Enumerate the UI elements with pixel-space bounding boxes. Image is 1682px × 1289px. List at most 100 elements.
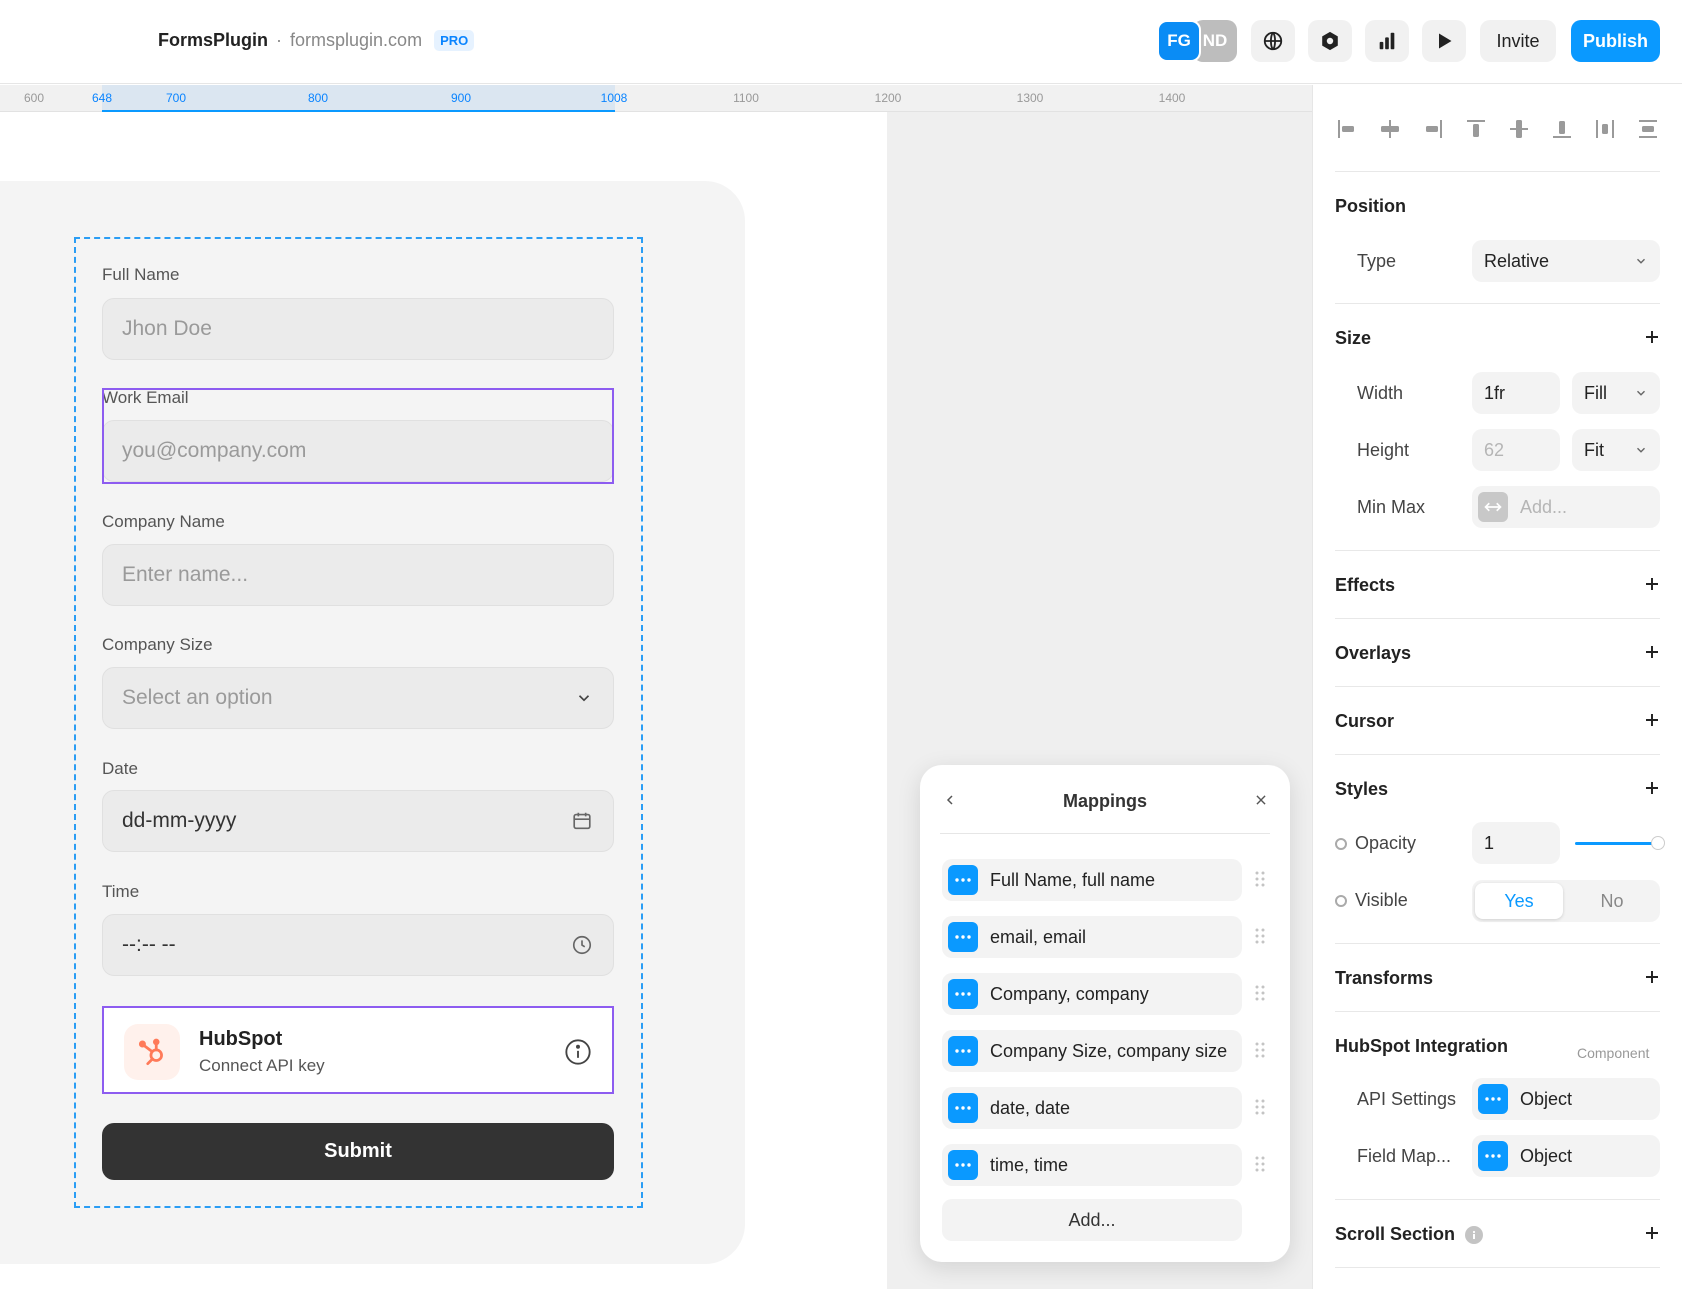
add-size-icon[interactable] <box>1643 328 1661 351</box>
minmax-input[interactable]: Add... <box>1472 486 1660 528</box>
opacity-slider-track[interactable] <box>1575 842 1660 845</box>
preview-button[interactable] <box>1422 20 1466 62</box>
size-section-title: Size <box>1335 328 1372 348</box>
visible-yes-option[interactable]: Yes <box>1475 883 1563 919</box>
more-dots-icon[interactable] <box>1478 1084 1508 1114</box>
ruler-tick: 1300 <box>1016 91 1044 105</box>
info-icon[interactable] <box>564 1038 592 1071</box>
align-center-v-icon[interactable] <box>1507 117 1531 141</box>
width-input[interactable]: 1fr <box>1472 372 1560 414</box>
chevron-down-icon <box>1634 386 1648 400</box>
visible-label[interactable]: Visible <box>1335 890 1408 911</box>
opacity-slider-handle[interactable] <box>1651 836 1665 850</box>
invite-button[interactable]: Invite <box>1480 20 1556 62</box>
mapping-item[interactable]: email, email <box>942 916 1242 958</box>
info-icon[interactable] <box>1465 1225 1484 1244</box>
company-size-value: Select an option <box>122 686 273 709</box>
panel-divider <box>1335 754 1660 755</box>
distribute-horizontal-icon[interactable] <box>1593 117 1617 141</box>
full-name-input[interactable]: Jhon Doe <box>102 298 614 360</box>
position-type-select[interactable]: Relative <box>1472 240 1660 282</box>
mapping-item[interactable]: Company, company <box>942 973 1242 1015</box>
align-left-icon[interactable] <box>1335 117 1359 141</box>
drag-handle-icon[interactable] <box>1255 1041 1265 1064</box>
opacity-label[interactable]: Opacity <box>1335 833 1416 854</box>
more-dots-icon[interactable] <box>948 1036 978 1066</box>
more-dots-icon[interactable] <box>948 979 978 1009</box>
drag-handle-icon[interactable] <box>1255 1155 1265 1178</box>
calendar-icon[interactable] <box>571 810 593 832</box>
panel-divider <box>1335 1011 1660 1012</box>
more-dots-icon[interactable] <box>948 922 978 952</box>
mapping-item[interactable]: Company Size, company size <box>942 1030 1242 1072</box>
mapping-label: Company Size, company size <box>990 1040 1228 1061</box>
selected-field-outline <box>102 388 614 484</box>
resize-horizontal-icon <box>1478 492 1508 522</box>
project-title[interactable]: FormsPlugin · formsplugin.com PRO <box>158 30 475 51</box>
title-separator: · <box>276 30 283 50</box>
more-dots-icon[interactable] <box>948 865 978 895</box>
field-map-field[interactable]: Object <box>1472 1135 1660 1177</box>
drag-handle-icon[interactable] <box>1255 984 1265 1007</box>
drag-handle-icon[interactable] <box>1255 927 1265 950</box>
add-overlay-icon[interactable] <box>1643 643 1661 666</box>
scroll-section-title: Scroll Section <box>1335 1224 1484 1245</box>
mapping-item[interactable]: time, time <box>942 1144 1242 1186</box>
clock-icon[interactable] <box>571 934 593 956</box>
api-settings-value: Object <box>1520 1088 1573 1109</box>
drag-handle-icon[interactable] <box>1255 1098 1265 1121</box>
mapping-item[interactable]: date, date <box>942 1087 1242 1129</box>
horizontal-ruler: 600 648 700 800 900 1008 1100 1200 1300 … <box>0 85 1312 112</box>
pro-badge: PRO <box>434 30 475 51</box>
time-input[interactable]: --:-- -- <box>102 914 614 976</box>
add-effect-icon[interactable] <box>1643 575 1661 598</box>
mapping-label: Full Name, full name <box>990 869 1156 890</box>
component-tag: Component <box>1577 1045 1650 1061</box>
position-type-value: Relative <box>1484 250 1550 271</box>
more-dots-icon[interactable] <box>948 1093 978 1123</box>
more-dots-icon[interactable] <box>948 1150 978 1180</box>
height-mode-select[interactable]: Fit <box>1572 429 1660 471</box>
visible-no-option[interactable]: No <box>1568 883 1656 919</box>
distribute-vertical-icon[interactable] <box>1636 117 1660 141</box>
visible-toggle[interactable]: Yes No <box>1472 880 1660 922</box>
opacity-input[interactable]: 1 <box>1472 822 1560 864</box>
add-scroll-section-icon[interactable] <box>1643 1224 1661 1247</box>
date-placeholder: dd-mm-yyyy <box>122 809 237 832</box>
remove-opacity-icon[interactable] <box>1335 838 1347 850</box>
panel-divider <box>1335 686 1660 687</box>
add-cursor-icon[interactable] <box>1643 711 1661 734</box>
company-name-input[interactable]: Enter name... <box>102 544 614 606</box>
date-input[interactable]: dd-mm-yyyy <box>102 790 614 852</box>
panel-divider <box>1335 171 1660 172</box>
height-input[interactable]: 62 <box>1472 429 1560 471</box>
width-mode-select[interactable]: Fill <box>1572 372 1660 414</box>
styles-section-title: Styles <box>1335 779 1389 799</box>
api-settings-field[interactable]: Object <box>1472 1078 1660 1120</box>
align-top-icon[interactable] <box>1464 117 1488 141</box>
add-style-icon[interactable] <box>1643 779 1661 802</box>
close-icon[interactable] <box>1254 793 1268 812</box>
panel-divider <box>1335 550 1660 551</box>
globe-button[interactable] <box>1251 20 1295 62</box>
remove-visible-icon[interactable] <box>1335 895 1347 907</box>
ruler-tick: 800 <box>307 91 329 105</box>
more-dots-icon[interactable] <box>1478 1141 1508 1171</box>
minmax-label: Min Max <box>1357 497 1426 517</box>
add-transform-icon[interactable] <box>1643 968 1661 991</box>
submit-button[interactable]: Submit <box>102 1123 614 1180</box>
company-size-select[interactable]: Select an option <box>102 667 614 729</box>
align-right-icon[interactable] <box>1421 117 1445 141</box>
ruler-tick: 600 <box>23 91 45 105</box>
collaborator-avatars[interactable]: ND FG <box>1157 20 1239 62</box>
mapping-item[interactable]: Full Name, full name <box>942 859 1242 901</box>
add-mapping-button[interactable]: Add... <box>942 1199 1242 1241</box>
plugins-button[interactable] <box>1308 20 1352 62</box>
publish-button[interactable]: Publish <box>1571 20 1660 62</box>
drag-handle-icon[interactable] <box>1255 870 1265 893</box>
align-center-h-icon[interactable] <box>1378 117 1402 141</box>
avatar-fg[interactable]: FG <box>1157 20 1201 62</box>
align-bottom-icon[interactable] <box>1550 117 1574 141</box>
analytics-button[interactable] <box>1365 20 1409 62</box>
hubspot-card[interactable]: HubSpot Connect API key <box>102 1006 614 1094</box>
